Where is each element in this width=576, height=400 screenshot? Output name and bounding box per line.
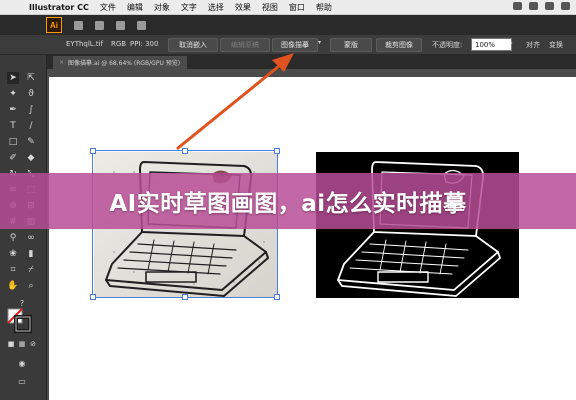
none-mode-icon[interactable]: ⊘: [27, 338, 39, 350]
trace-dropdown-icon[interactable]: ▾: [318, 39, 321, 46]
pen-tool-icon[interactable]: ✒: [7, 104, 19, 116]
menu-edit[interactable]: 编辑: [127, 2, 143, 13]
crop-image-button[interactable]: 裁剪图像: [376, 38, 422, 52]
paintbrush-icon[interactable]: ✎: [25, 136, 37, 148]
resize-handle[interactable]: [182, 294, 188, 300]
selection-tool-icon[interactable]: ➤: [7, 72, 19, 84]
document-tab[interactable]: × 图像描摹.ai @ 68.64% (RGB/GPU 预览): [53, 56, 187, 69]
transform-button[interactable]: 变换: [549, 40, 563, 50]
document-tab-bar: × 图像描摹.ai @ 68.64% (RGB/GPU 预览): [47, 55, 576, 69]
rectangle-tool-icon[interactable]: □: [7, 136, 19, 148]
blend-tool-icon[interactable]: ∞: [25, 232, 37, 244]
menu-window[interactable]: 窗口: [289, 2, 305, 13]
status-icons: [513, 2, 570, 10]
status-icon[interactable]: [529, 2, 538, 10]
status-icon[interactable]: [513, 2, 522, 10]
menu-select[interactable]: 选择: [208, 2, 224, 13]
gpu-performance-icon[interactable]: [137, 20, 146, 30]
opacity-label: 不透明度:: [432, 41, 463, 49]
illustrator-logo: Ai: [46, 17, 62, 33]
menu-file[interactable]: 文件: [100, 2, 116, 13]
close-tab-icon[interactable]: ×: [59, 59, 64, 66]
lasso-icon[interactable]: ϑ: [25, 88, 37, 100]
resize-handle[interactable]: [90, 148, 96, 154]
bridge-icon[interactable]: [74, 20, 83, 30]
stock-icon[interactable]: [95, 20, 104, 30]
title-banner: AI实时草图画图，ai怎么实时描摹: [0, 173, 576, 229]
app-bar: Ai: [0, 15, 576, 35]
curvature-tool-icon[interactable]: ∫: [25, 104, 37, 116]
direct-selection-tool-icon[interactable]: ⇱: [25, 72, 37, 84]
align-button[interactable]: 对齐: [526, 40, 540, 50]
menu-effect[interactable]: 效果: [235, 2, 251, 13]
zoom-tool-icon[interactable]: ⌕: [25, 280, 37, 292]
resize-handle[interactable]: [274, 148, 280, 154]
screen-mode-icon[interactable]: ▭: [16, 376, 28, 388]
opacity-input[interactable]: 100%: [471, 38, 512, 51]
eyedropper-icon[interactable]: ⚲: [7, 232, 19, 244]
drawing-mode-icon[interactable]: ◉: [16, 358, 28, 370]
color-mode: RGB: [111, 40, 127, 48]
menu-help[interactable]: 帮助: [316, 2, 332, 13]
resize-handle[interactable]: [90, 294, 96, 300]
eraser-icon[interactable]: ◆: [25, 152, 37, 164]
unembed-button[interactable]: 取消嵌入: [168, 38, 218, 52]
shaper-tool-icon[interactable]: ✐: [7, 152, 19, 164]
control-bar: EYThqlL.tif RGB PPI: 300 取消嵌入 编辑原稿 图像描摹 …: [0, 35, 576, 55]
line-tool-icon[interactable]: /: [25, 120, 37, 132]
menu-view[interactable]: 视图: [262, 2, 278, 13]
resize-handle[interactable]: [182, 148, 188, 154]
menu-object[interactable]: 对象: [154, 2, 170, 13]
apple-icon[interactable]: [8, 2, 18, 12]
edit-original-button[interactable]: 编辑原稿: [220, 38, 270, 52]
linked-filename[interactable]: EYThqlL.tif: [66, 40, 103, 48]
slice-tool-icon[interactable]: ⌿: [25, 264, 37, 276]
wifi-icon[interactable]: [561, 2, 570, 10]
status-icon[interactable]: [545, 2, 554, 10]
document-tab-title: 图像描摹.ai @ 68.64% (RGB/GPU 预览): [68, 60, 181, 67]
artboard-tool-icon[interactable]: ⌗: [7, 264, 19, 276]
menu-app-name[interactable]: Illustrator CC: [29, 3, 89, 12]
magic-wand-icon[interactable]: ✦: [7, 88, 19, 100]
ppi-value: PPI: 300: [130, 40, 159, 48]
image-trace-button[interactable]: 图像描摹: [272, 38, 318, 52]
fill-stroke-swatch-icon[interactable]: [6, 307, 38, 335]
hand-tool-icon[interactable]: ✋: [7, 280, 19, 292]
mask-button[interactable]: 蒙版: [330, 38, 372, 52]
arrange-documents-icon[interactable]: [116, 20, 125, 30]
type-tool-icon[interactable]: T: [7, 120, 19, 132]
menu-bar: Illustrator CC 文件 编辑 对象 文字 选择 效果 视图 窗口 帮…: [0, 0, 576, 15]
graph-tool-icon[interactable]: ▮: [25, 248, 37, 260]
symbol-sprayer-icon[interactable]: ❀: [7, 248, 19, 260]
opacity-arrow-icon[interactable]: ›: [510, 39, 513, 47]
menu-type[interactable]: 文字: [181, 2, 197, 13]
banner-title: AI实时草图画图，ai怎么实时描摹: [109, 191, 467, 217]
resize-handle[interactable]: [274, 294, 280, 300]
